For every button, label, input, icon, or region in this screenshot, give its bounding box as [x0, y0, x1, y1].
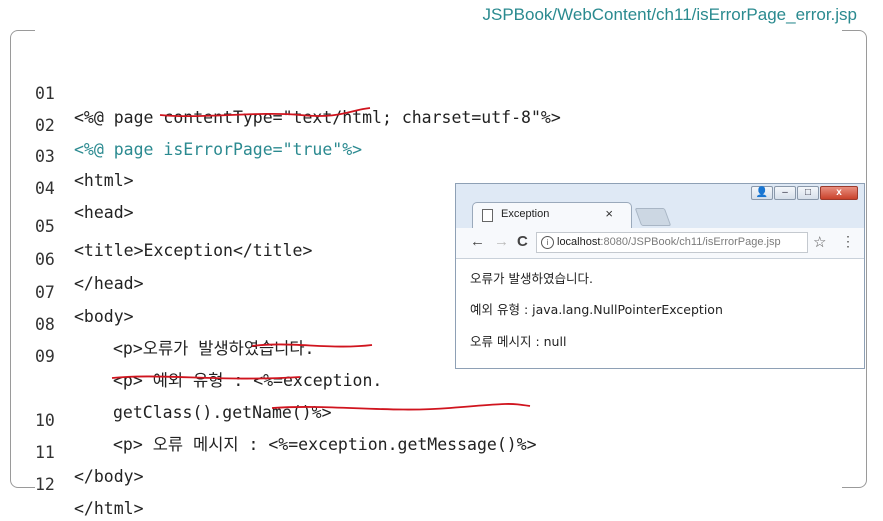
window-controls: 👤 – □ x — [751, 186, 858, 200]
code-line-01: 01 <%@ page contentType="text/html; char… — [0, 58, 561, 127]
error-message: 오류가 발생하였습니다. — [470, 271, 593, 286]
info-icon[interactable]: i — [541, 236, 554, 249]
code-text: getClass().getName()%> — [113, 403, 332, 422]
line-number: 02 — [35, 116, 55, 135]
code-text: </body> — [74, 467, 144, 486]
exception-type: 예외 유형 : java.lang.NullPointerException — [470, 302, 723, 317]
code-line-04: 04 <head> — [0, 153, 134, 222]
code-text: <html> — [74, 171, 134, 190]
code-line-05: 05 <title>Exception</title> — [0, 191, 312, 260]
line-number: 10 — [35, 411, 55, 430]
code-text: <p> 오류 메시지 : <%=exception.getMessage()%> — [113, 435, 537, 454]
address-bar[interactable]: i localhost:8080/JSPBook/ch11/isErrorPag… — [536, 232, 808, 253]
line-number: 01 — [35, 84, 55, 103]
page-content: 오류가 발생하였습니다. 예외 유형 : java.lang.NullPoint… — [456, 259, 864, 368]
code-line-09: 09 <p> 예외 유형 : <%=exception. — [0, 321, 382, 390]
code-text: <p>오류가 발생하였습니다. — [113, 339, 315, 358]
tab-exception[interactable]: Exception × — [472, 202, 632, 228]
maximize-button[interactable]: □ — [797, 186, 819, 200]
code-text: </html> — [74, 499, 144, 518]
code-line-07: 07 <body> — [0, 257, 134, 326]
reload-icon[interactable]: C — [517, 233, 528, 250]
code-line-03: 03 <html> — [0, 121, 134, 190]
code-line-11: 11 </body> — [0, 417, 144, 486]
code-text: <%@ page isErrorPage="true"%> — [74, 140, 363, 159]
user-icon[interactable]: 👤 — [751, 186, 773, 200]
line-number: 08 — [35, 315, 55, 334]
code-text: <%@ page contentType="text/html; charset… — [74, 108, 561, 127]
line-number: 05 — [35, 217, 55, 236]
window-close-button[interactable]: x — [820, 186, 858, 200]
code-text: <p> 예외 유형 : <%=exception. — [113, 371, 383, 390]
star-icon[interactable]: ☆ — [813, 233, 826, 251]
new-tab-button[interactable] — [634, 208, 672, 226]
code-text: <head> — [74, 203, 134, 222]
code-text: </head> — [74, 274, 144, 293]
code-line-10: 10 <p> 오류 메시지 : <%=exception.getMessage(… — [0, 385, 537, 454]
code-line-09-cont: getClass().getName()%> — [0, 353, 332, 422]
menu-icon[interactable]: ⋮ — [841, 233, 855, 250]
address-path: :8080/JSPBook/ch11/isErrorPage.jsp — [600, 236, 781, 248]
line-number: 06 — [35, 250, 55, 269]
code-text: <title>Exception</title> — [74, 241, 313, 260]
back-icon[interactable]: ← — [470, 233, 485, 250]
close-icon[interactable]: × — [605, 206, 613, 221]
code-line-02: 02 <%@ page isErrorPage="true"%> — [0, 90, 362, 159]
browser-toolbar: ← → C i localhost:8080/JSPBook/ch11/isEr… — [456, 228, 864, 259]
line-number: 12 — [35, 475, 55, 494]
document-icon — [482, 209, 493, 222]
address-host: localhost — [557, 236, 601, 248]
error-detail: 오류 메시지 : null — [470, 334, 567, 349]
code-line-12: 12 </html> — [0, 449, 144, 518]
line-number: 07 — [35, 283, 55, 302]
tab-title: Exception — [501, 208, 550, 220]
line-number: 09 — [35, 347, 55, 366]
line-number: 11 — [35, 443, 55, 462]
code-line-06: 06 </head> — [0, 224, 144, 293]
line-number: 04 — [35, 179, 55, 198]
code-text: <body> — [74, 307, 134, 326]
minimize-button[interactable]: – — [774, 186, 796, 200]
address-url: localhost:8080/JSPBook/ch11/isErrorPage.… — [557, 233, 781, 252]
line-number: 03 — [35, 147, 55, 166]
file-path-label: JSPBook/WebContent/ch11/isErrorPage_erro… — [482, 5, 857, 24]
browser-window: 👤 – □ x Exception × ← → C i localhost:80… — [455, 183, 865, 369]
code-line-08: 08 <p>오류가 발생하였습니다. — [0, 289, 314, 358]
forward-icon[interactable]: → — [494, 233, 509, 250]
